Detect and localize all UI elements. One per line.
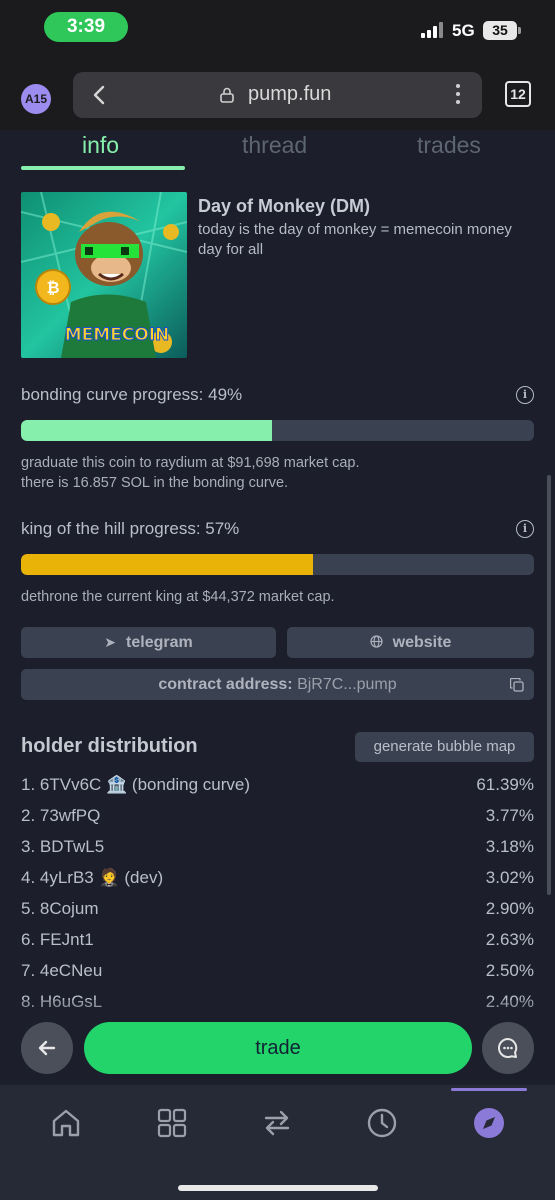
- battery-icon: 35: [483, 21, 521, 40]
- holder-row: 7. 4eCNeu 2.50%: [21, 961, 534, 991]
- bonding-curve-progress-bar: [21, 420, 534, 441]
- chat-button[interactable]: [482, 1022, 534, 1074]
- globe-icon: [370, 627, 383, 658]
- contract-address-label: contract address:: [158, 676, 293, 693]
- website-button[interactable]: website: [287, 627, 534, 658]
- coin-description: today is the day of monkey = memecoin mo…: [198, 221, 512, 258]
- info-icon[interactable]: i: [516, 520, 534, 538]
- holder-name[interactable]: 6. FEJnt1: [21, 930, 94, 950]
- tab-thread[interactable]: thread: [242, 132, 307, 159]
- home-indicator: [178, 1185, 378, 1191]
- bonding-curve-note-1: graduate this coin to raydium at $91,698…: [21, 455, 360, 471]
- signal-icon: [421, 22, 443, 38]
- website-label: website: [392, 634, 452, 651]
- king-of-hill-progress-bar: [21, 554, 534, 575]
- chat-bubble-icon: [498, 1038, 518, 1059]
- active-tab-indicator: [21, 166, 185, 170]
- status-bar: 3:39 5G 35: [0, 0, 555, 60]
- contract-address-value: BjR7C...pump: [297, 676, 397, 693]
- holder-name[interactable]: 3. BDTwL5: [21, 837, 104, 857]
- contract-address-button[interactable]: contract address: BjR7C...pump: [21, 669, 534, 700]
- holder-percent: 2.90%: [485, 899, 534, 918]
- holder-row: 3. BDTwL5 3.18%: [21, 837, 534, 867]
- holder-percent: 3.18%: [485, 837, 534, 856]
- king-of-hill-note: dethrone the current king at $44,372 mar…: [21, 589, 335, 605]
- holder-percent: 2.50%: [485, 961, 534, 980]
- holder-percent: 2.63%: [485, 930, 534, 949]
- grid-icon[interactable]: [155, 1106, 189, 1140]
- trade-button[interactable]: trade: [84, 1022, 472, 1074]
- home-icon[interactable]: [49, 1106, 83, 1140]
- svg-text:₿: ₿: [46, 278, 59, 297]
- holder-name[interactable]: 4. 4yLrB3 🤵 (dev): [21, 868, 163, 888]
- telegram-icon: ➤: [104, 634, 117, 650]
- profile-avatar[interactable]: A15: [21, 84, 51, 114]
- back-chevron-icon[interactable]: [87, 82, 113, 108]
- lock-icon: [220, 87, 234, 103]
- king-of-hill-progress-fill: [21, 554, 314, 575]
- telegram-button[interactable]: ➤ telegram: [21, 627, 276, 658]
- holder-row: 6. FEJnt1 2.63%: [21, 930, 534, 960]
- history-icon[interactable]: [365, 1106, 399, 1140]
- holder-name[interactable]: 1. 6TVv6C 🏦 (bonding curve): [21, 775, 250, 795]
- status-time: 3:39: [44, 12, 128, 42]
- holder-name[interactable]: 7. 4eCNeu: [21, 961, 102, 981]
- bottom-nav: [0, 1085, 555, 1200]
- url-bar[interactable]: pump.fun: [73, 72, 482, 118]
- holder-percent: 3.02%: [485, 868, 534, 887]
- page-scrollbar[interactable]: [547, 475, 551, 895]
- holder-name[interactable]: 5. 8Cojum: [21, 899, 98, 919]
- holder-distribution-title: holder distribution: [21, 735, 198, 757]
- compass-icon[interactable]: [472, 1106, 506, 1140]
- arrow-left-icon: [38, 1040, 56, 1056]
- network-type: 5G: [452, 21, 475, 40]
- bonding-curve-note-2: there is 16.857 SOL in the bonding curve…: [21, 475, 289, 491]
- coin-image: ₿ MEMECOIN: [21, 192, 187, 358]
- bonding-curve-progress-fill: [21, 420, 273, 441]
- holder-percent: 3.77%: [485, 806, 534, 825]
- browser-toolbar: A15 pump.fun 12: [0, 60, 555, 130]
- tab-info[interactable]: info: [82, 132, 119, 159]
- holder-row: 4. 4yLrB3 🤵 (dev) 3.02%: [21, 868, 534, 898]
- tab-switcher-button[interactable]: 12: [505, 81, 531, 107]
- url-text: pump.fun: [248, 83, 332, 105]
- bonding-curve-label: bonding curve progress: 49%: [21, 385, 243, 404]
- generate-bubble-map-button[interactable]: generate bubble map: [355, 732, 534, 762]
- coin-image-text: MEMECOIN: [65, 325, 170, 345]
- copy-icon[interactable]: [510, 678, 524, 692]
- holder-percent: 61.39%: [476, 775, 534, 794]
- coin-name: Day of Monkey (DM): [198, 196, 371, 216]
- info-icon[interactable]: i: [516, 386, 534, 404]
- king-of-hill-label: king of the hill progress: 57%: [21, 519, 240, 538]
- holder-row: 2. 73wfPQ 3.77%: [21, 806, 534, 836]
- holder-name[interactable]: 2. 73wfPQ: [21, 806, 100, 826]
- coin-tabs: info thread trades: [0, 130, 555, 172]
- holder-row: 5. 8Cojum 2.90%: [21, 899, 534, 929]
- holder-row: 1. 6TVv6C 🏦 (bonding curve) 61.39%: [21, 775, 534, 805]
- more-options-icon[interactable]: [455, 84, 461, 106]
- telegram-label: telegram: [126, 634, 193, 651]
- swap-icon[interactable]: [260, 1106, 294, 1140]
- back-button[interactable]: [21, 1022, 73, 1074]
- nav-active-indicator: [451, 1088, 527, 1091]
- tab-trades[interactable]: trades: [417, 132, 481, 159]
